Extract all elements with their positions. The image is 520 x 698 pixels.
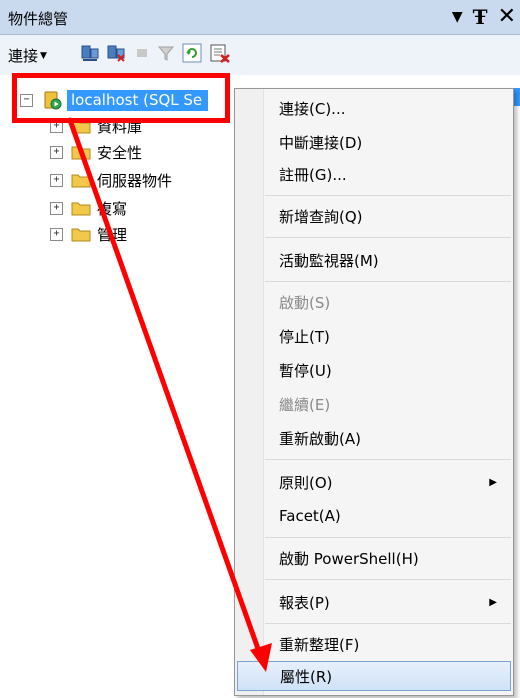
menu-item-label: 繼續(E) bbox=[279, 395, 331, 414]
menu-item-label: 活動監視器(M) bbox=[279, 251, 379, 270]
submenu-arrow-icon: ▶ bbox=[489, 596, 497, 608]
menu-separator bbox=[265, 195, 511, 196]
menu-item-activity-monitor[interactable]: 活動監視器(M) bbox=[237, 245, 511, 275]
folder-icon bbox=[71, 202, 91, 216]
tree-node-label: 管理 bbox=[97, 225, 128, 244]
connect-dropdown-icon: ▼ bbox=[40, 50, 47, 61]
context-menu: 連接(C)... 中斷連接(D) 註冊(G)... 新增查詢(Q) 活動監視器(… bbox=[234, 88, 514, 696]
connect-label: 連接 bbox=[8, 47, 39, 65]
expand-icon[interactable]: + bbox=[50, 227, 63, 241]
menu-item-label: 啟動(S) bbox=[279, 293, 331, 312]
tree-node-label: 伺服器物件 bbox=[97, 171, 173, 190]
menu-item-policies[interactable]: 原則(O) ▶ bbox=[237, 467, 511, 497]
menu-item-label: 新增查詢(Q) bbox=[279, 207, 363, 226]
summary-report-icon[interactable] bbox=[208, 43, 232, 63]
menu-item-label: 暫停(U) bbox=[279, 361, 332, 380]
menu-separator bbox=[265, 623, 511, 624]
filter-icon bbox=[157, 46, 175, 61]
menu-item-resume: 繼續(E) bbox=[237, 389, 511, 419]
menu-item-connect[interactable]: 連接(C)... bbox=[237, 93, 511, 123]
folder-icon bbox=[71, 146, 91, 160]
menu-separator bbox=[265, 459, 511, 460]
dropdown-arrow-icon[interactable]: ▼ bbox=[452, 9, 463, 25]
connect-button[interactable]: 連接 ▼ bbox=[8, 45, 47, 66]
menu-item-disconnect[interactable]: 中斷連接(D) bbox=[237, 127, 511, 157]
menu-item-label: 報表(P) bbox=[279, 593, 330, 612]
menu-item-label: 原則(O) bbox=[279, 473, 333, 492]
menu-item-register[interactable]: 註冊(G)... bbox=[237, 159, 511, 189]
stop-icon bbox=[137, 49, 147, 57]
menu-item-properties[interactable]: 屬性(R) bbox=[237, 661, 511, 691]
tree-node-security[interactable]: + 安全性 bbox=[50, 140, 142, 164]
tree-node-management[interactable]: + 管理 bbox=[50, 222, 127, 246]
menu-item-label: 停止(T) bbox=[279, 327, 330, 346]
refresh-icon[interactable] bbox=[182, 43, 202, 63]
toolbar: 連接 ▼ bbox=[0, 35, 520, 75]
menu-item-reports[interactable]: 報表(P) ▶ bbox=[237, 587, 511, 617]
expand-icon[interactable]: + bbox=[50, 173, 63, 187]
menu-item-stop[interactable]: 停止(T) bbox=[237, 321, 511, 351]
menu-item-label: 重新整理(F) bbox=[279, 635, 360, 654]
folder-icon bbox=[71, 174, 91, 188]
tree-node-label: 安全性 bbox=[97, 143, 143, 162]
panel-title: 物件總管 bbox=[8, 10, 69, 28]
menu-item-label: 屬性(R) bbox=[280, 667, 333, 686]
title-bar: 物件總管 ▼ Ŧ ✕ bbox=[0, 0, 520, 35]
menu-separator bbox=[265, 237, 511, 238]
menu-item-pause[interactable]: 暫停(U) bbox=[237, 355, 511, 385]
menu-item-label: 重新啟動(A) bbox=[279, 429, 361, 448]
menu-item-facets[interactable]: Facet(A) bbox=[237, 501, 511, 531]
tree-node-replication[interactable]: + 複寫 bbox=[50, 196, 127, 220]
tree-node-server-objects[interactable]: + 伺服器物件 bbox=[50, 168, 172, 192]
expand-icon[interactable]: + bbox=[50, 201, 63, 215]
close-icon[interactable]: ✕ bbox=[498, 4, 516, 29]
menu-item-restart[interactable]: 重新啟動(A) bbox=[237, 423, 511, 453]
submenu-arrow-icon: ▶ bbox=[489, 476, 497, 488]
expand-icon[interactable]: + bbox=[50, 145, 63, 159]
menu-item-label: 啟動 PowerShell(H) bbox=[279, 549, 419, 568]
menu-item-label: 註冊(G)... bbox=[279, 165, 347, 184]
menu-item-label: Facet(A) bbox=[279, 507, 341, 525]
disconnect-server-icon[interactable] bbox=[106, 43, 126, 63]
tree-node-label: 複寫 bbox=[97, 199, 128, 218]
menu-separator bbox=[265, 537, 511, 538]
menu-item-start-powershell[interactable]: 啟動 PowerShell(H) bbox=[237, 543, 511, 573]
menu-item-label: 連接(C)... bbox=[279, 99, 346, 118]
menu-item-label: 中斷連接(D) bbox=[279, 133, 363, 152]
folder-icon bbox=[71, 228, 91, 242]
connect-server-icon[interactable] bbox=[80, 43, 100, 63]
menu-item-refresh[interactable]: 重新整理(F) bbox=[237, 629, 511, 659]
pin-icon[interactable]: Ŧ bbox=[473, 5, 488, 29]
selection-edge bbox=[514, 88, 520, 106]
menu-separator bbox=[265, 579, 511, 580]
menu-separator bbox=[265, 281, 511, 282]
menu-item-start: 啟動(S) bbox=[237, 287, 511, 317]
annotation-highlight-box bbox=[12, 73, 230, 123]
menu-item-new-query[interactable]: 新增查詢(Q) bbox=[237, 201, 511, 231]
